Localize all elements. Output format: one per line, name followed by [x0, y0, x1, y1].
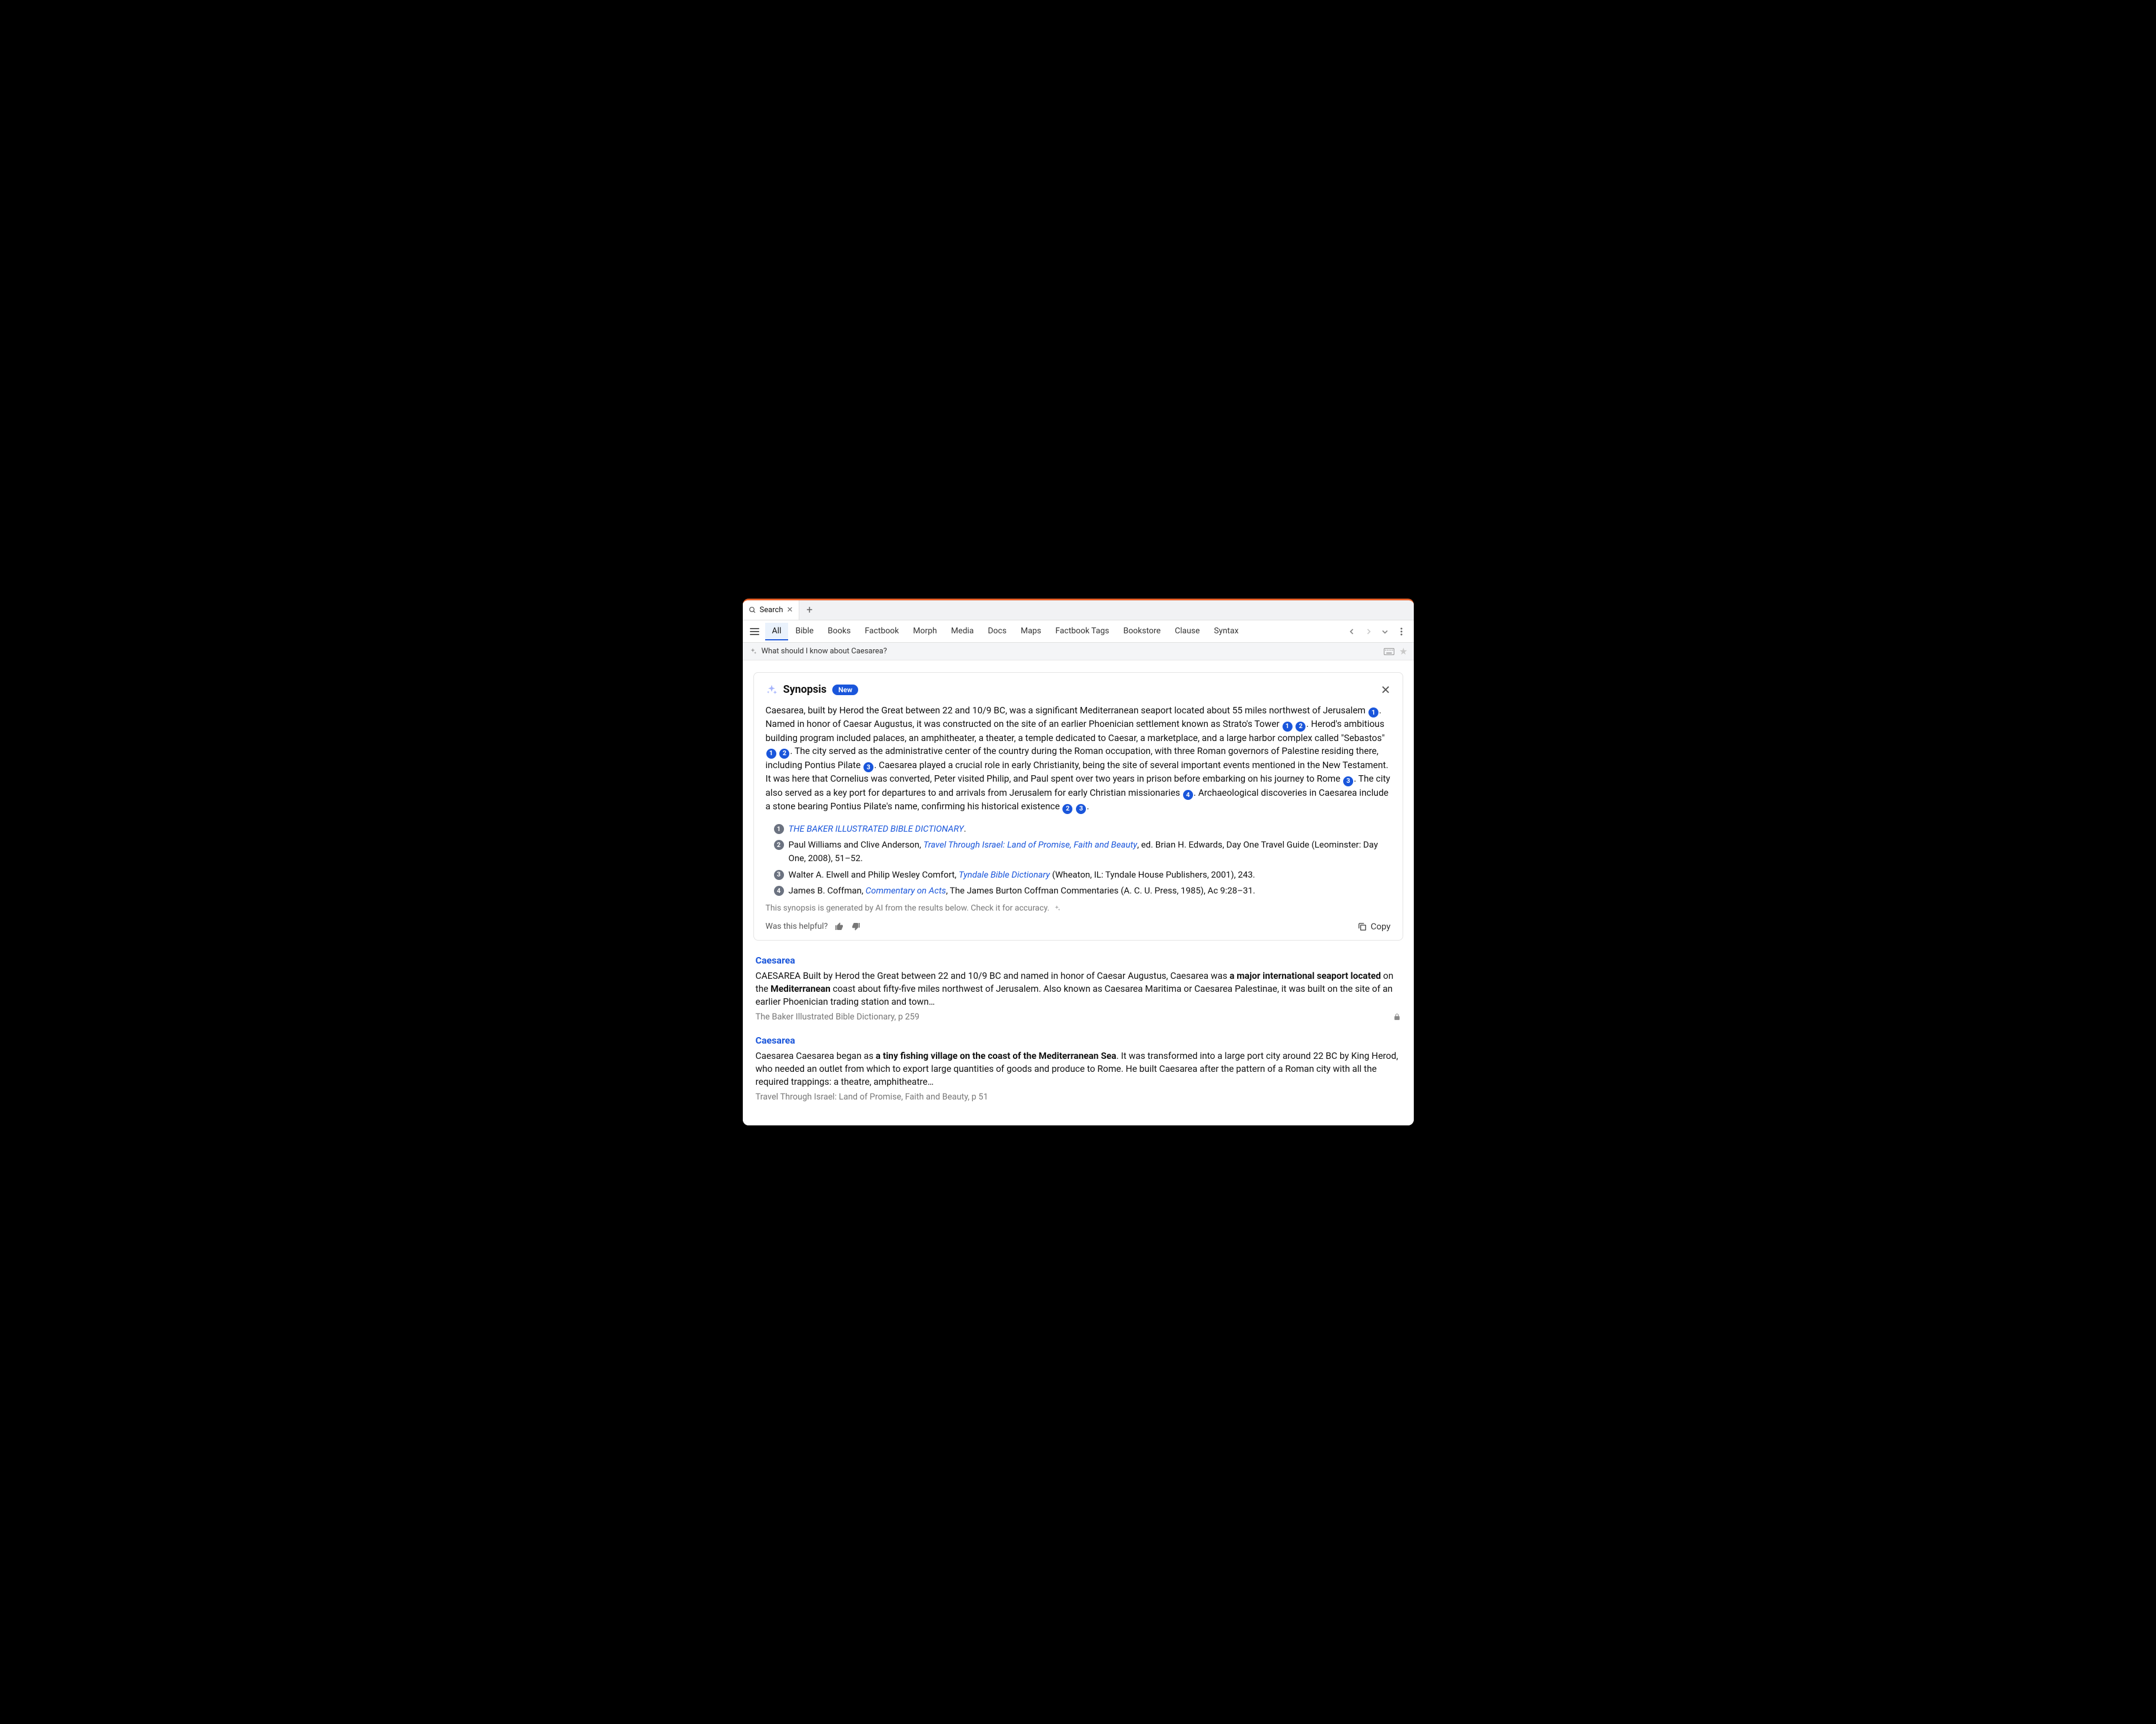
- keyboard-icon[interactable]: [1384, 648, 1394, 655]
- synopsis-card: Synopsis New ✕ Caesarea, built by Herod …: [753, 672, 1403, 941]
- query-bar[interactable]: What should I know about Caesarea? ★: [743, 643, 1414, 660]
- reference-text: Walter A. Elwell and Philip Wesley Comfo…: [789, 868, 1391, 882]
- search-icon: [749, 606, 756, 614]
- reference-link[interactable]: THE BAKER ILLUSTRATED BIBLE DICTIONARY: [789, 823, 964, 834]
- star-icon[interactable]: ★: [1399, 646, 1407, 657]
- result-snippet: Caesarea Caesarea began as a tiny fishin…: [756, 1049, 1401, 1088]
- reference-number: 2: [774, 840, 784, 850]
- toolbar-item-factbook[interactable]: Factbook: [858, 623, 906, 640]
- helpful-label: Was this helpful?: [766, 922, 828, 931]
- synopsis-body: Caesarea, built by Herod the Great betwe…: [766, 704, 1391, 814]
- reference-item: 1 THE BAKER ILLUSTRATED BIBLE DICTIONARY.: [774, 822, 1391, 836]
- menu-icon[interactable]: [748, 625, 762, 639]
- copy-icon: [1357, 922, 1367, 932]
- results-list: Caesarea CAESAREA Built by Herod the Grea…: [753, 955, 1403, 1102]
- close-synopsis-button[interactable]: ✕: [1381, 684, 1391, 696]
- app-window: Search ✕ + AllBibleBooksFactbookMorphMed…: [743, 599, 1414, 1125]
- nav-forward-button[interactable]: [1361, 624, 1376, 639]
- nav-dropdown-button[interactable]: [1377, 624, 1393, 639]
- toolbar-item-all[interactable]: All: [765, 623, 789, 640]
- result-source: The Baker Illustrated Bible Dictionary, …: [756, 1012, 1401, 1022]
- citation-badge-2[interactable]: 2: [1295, 722, 1305, 732]
- reference-text: James B. Coffman, Commentary on Acts, Th…: [789, 884, 1391, 898]
- result-title[interactable]: Caesarea: [756, 955, 1401, 966]
- reference-text: THE BAKER ILLUSTRATED BIBLE DICTIONARY.: [789, 822, 1391, 836]
- new-tab-button[interactable]: +: [799, 600, 819, 620]
- citation-badge-3[interactable]: 3: [1076, 804, 1086, 814]
- reference-link[interactable]: Commentary on Acts: [866, 885, 946, 896]
- sparkle-icon: [766, 684, 778, 696]
- toolbar-item-clause[interactable]: Clause: [1168, 623, 1207, 640]
- nav-back-button[interactable]: [1344, 624, 1360, 639]
- reference-list: 1 THE BAKER ILLUSTRATED BIBLE DICTIONARY.…: [774, 822, 1391, 898]
- close-icon[interactable]: ✕: [786, 606, 793, 614]
- reference-item: 4 James B. Coffman, Commentary on Acts, T…: [774, 884, 1391, 898]
- content-area: Synopsis New ✕ Caesarea, built by Herod …: [743, 660, 1414, 1125]
- sparkle-icon: [749, 647, 757, 656]
- sparkle-icon: [1053, 905, 1061, 912]
- citation-badge-3[interactable]: 3: [863, 762, 873, 772]
- search-result: Caesarea CAESAREA Built by Herod the Grea…: [756, 955, 1401, 1022]
- citation-badge-1[interactable]: 1: [1368, 707, 1378, 717]
- result-snippet: CAESAREA Built by Herod the Great betwee…: [756, 969, 1401, 1008]
- result-source: Travel Through Israel: Land of Promise, …: [756, 1092, 1401, 1102]
- lock-icon: [1393, 1012, 1401, 1021]
- reference-item: 2 Paul Williams and Clive Anderson, Trave…: [774, 838, 1391, 866]
- toolbar-item-docs[interactable]: Docs: [981, 623, 1014, 640]
- synopsis-title: Synopsis: [783, 683, 827, 696]
- copy-button[interactable]: Copy: [1357, 921, 1391, 932]
- synopsis-header: Synopsis New ✕: [766, 683, 1391, 696]
- thumbs-up-button[interactable]: [835, 922, 844, 931]
- toolbar-item-bookstore[interactable]: Bookstore: [1116, 623, 1167, 640]
- toolbar-item-books[interactable]: Books: [820, 623, 858, 640]
- reference-number: 1: [774, 824, 784, 834]
- thumbs-down-button[interactable]: [851, 922, 861, 931]
- reference-text: Paul Williams and Clive Anderson, Travel…: [789, 838, 1391, 866]
- reference-item: 3 Walter A. Elwell and Philip Wesley Comf…: [774, 868, 1391, 882]
- query-text: What should I know about Caesarea?: [762, 647, 887, 656]
- reference-number: 3: [774, 870, 784, 880]
- result-title[interactable]: Caesarea: [756, 1035, 1401, 1046]
- citation-badge-1[interactable]: 1: [1283, 722, 1293, 732]
- search-result: Caesarea Caesarea Caesarea began as a tin…: [756, 1035, 1401, 1102]
- reference-link[interactable]: Travel Through Israel: Land of Promise, …: [923, 839, 1137, 850]
- toolbar-item-media[interactable]: Media: [944, 623, 981, 640]
- kebab-menu-button[interactable]: [1394, 624, 1409, 639]
- tab-label: Search: [760, 606, 783, 614]
- tab-search[interactable]: Search ✕: [743, 600, 800, 620]
- citation-badge-3[interactable]: 3: [1343, 776, 1353, 786]
- ai-disclaimer: This synopsis is generated by AI from th…: [766, 903, 1391, 913]
- toolbar-item-syntax[interactable]: Syntax: [1207, 623, 1245, 640]
- tab-bar: Search ✕ +: [743, 600, 1414, 620]
- citation-badge-1[interactable]: 1: [766, 749, 776, 759]
- reference-number: 4: [774, 886, 784, 896]
- citation-badge-2[interactable]: 2: [779, 749, 789, 759]
- citation-badge-4[interactable]: 4: [1183, 790, 1193, 800]
- toolbar-item-morph[interactable]: Morph: [906, 623, 944, 640]
- reference-link[interactable]: Tyndale Bible Dictionary: [959, 869, 1050, 880]
- citation-badge-2[interactable]: 2: [1062, 804, 1072, 814]
- synopsis-footer: Was this helpful? Copy: [766, 921, 1391, 932]
- toolbar: AllBibleBooksFactbookMorphMediaDocsMapsF…: [743, 620, 1414, 643]
- toolbar-item-factbook-tags[interactable]: Factbook Tags: [1048, 623, 1116, 640]
- toolbar-item-bible[interactable]: Bible: [788, 623, 820, 640]
- toolbar-item-maps[interactable]: Maps: [1014, 623, 1048, 640]
- new-badge: New: [832, 685, 858, 695]
